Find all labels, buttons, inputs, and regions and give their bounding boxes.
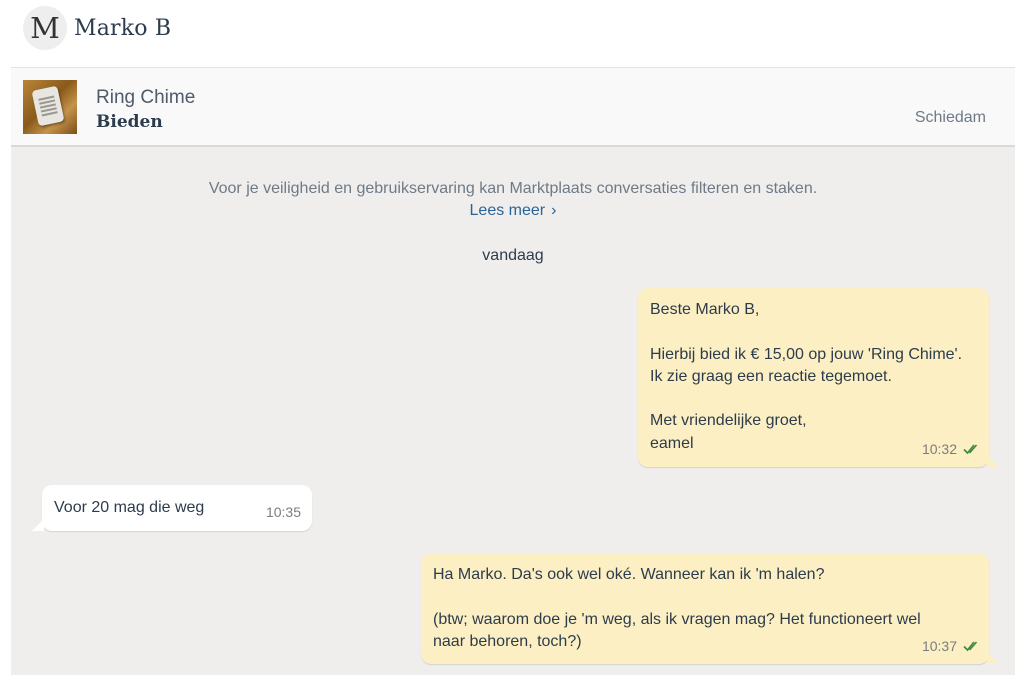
listing-thumbnail[interactable] bbox=[23, 80, 77, 134]
message-meta: 10:37 bbox=[922, 635, 981, 657]
safety-notice-text: Voor je veiligheid en gebruikservaring k… bbox=[208, 180, 818, 197]
listing-status: Bieden bbox=[96, 112, 163, 132]
message-meta: 10:32 bbox=[922, 438, 981, 460]
message-time: 10:32 bbox=[921, 440, 957, 457]
listing-card[interactable]: Ring Chime Bieden Schiedam bbox=[11, 68, 1015, 147]
safety-notice: Voor je veiligheid en gebruikservaring k… bbox=[11, 178, 1015, 222]
double-check-icon bbox=[963, 444, 978, 455]
double-check-icon bbox=[963, 641, 978, 652]
chat-panel: Ring Chime Bieden Schiedam Voor je veili… bbox=[11, 67, 1015, 675]
chevron-right-icon[interactable]: › bbox=[551, 202, 556, 219]
conversation-header: M Marko B bbox=[0, 0, 1024, 62]
message-bubble-outgoing[interactable]: Ha Marko. Da's ook wel oké. Wanneer kan … bbox=[421, 553, 999, 664]
message-meta: 10:35 bbox=[266, 501, 301, 523]
listing-title[interactable]: Ring Chime bbox=[96, 87, 195, 109]
contact-name[interactable]: Marko B bbox=[74, 16, 171, 41]
message-text: Voor 20 mag die weg bbox=[54, 499, 205, 516]
message-bubble-incoming[interactable]: Voor 20 mag die weg 10:35 bbox=[32, 485, 312, 531]
message-time: 10:37 bbox=[921, 637, 957, 654]
message-text: Ha Marko. Da's ook wel oké. Wanneer kan … bbox=[433, 566, 921, 650]
message-time: 10:35 bbox=[265, 503, 301, 520]
avatar[interactable]: M bbox=[23, 6, 67, 50]
message-bubble-outgoing[interactable]: Beste Marko B, Hierbij bied ik € 15,00 o… bbox=[638, 288, 999, 467]
message-text: Beste Marko B, Hierbij bied ik € 15,00 o… bbox=[650, 301, 963, 452]
listing-location: Schiedam bbox=[914, 109, 986, 126]
read-more-link[interactable]: Lees meer bbox=[470, 202, 546, 219]
date-separator: vandaag bbox=[482, 247, 544, 264]
